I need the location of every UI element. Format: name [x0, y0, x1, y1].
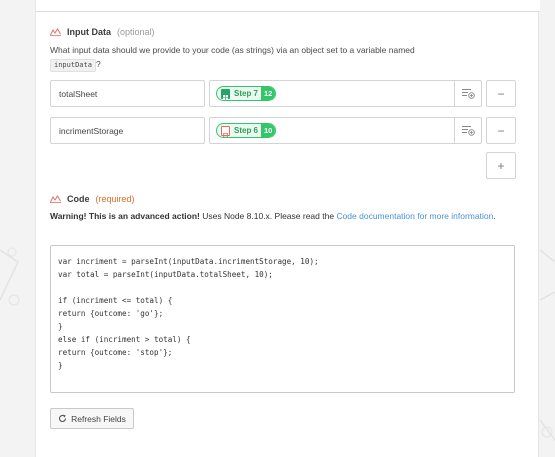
variable-name-chip: inputData [50, 59, 96, 72]
code-label: Code [67, 194, 90, 204]
minus-icon: − [497, 123, 505, 138]
input-key-field-1[interactable]: totalSheet [50, 80, 205, 107]
input-key-field-2[interactable]: incrimentStorage [50, 117, 205, 144]
input-value-field-1[interactable]: Step 7 12 [209, 80, 482, 107]
minus-icon: − [497, 86, 505, 101]
warning-end: . [493, 211, 496, 221]
warning-text: Uses Node 8.10.x. Please read the [199, 211, 337, 221]
step-number: 10 [261, 124, 276, 137]
refresh-label: Refresh Fields [71, 413, 126, 424]
input-value-field-2[interactable]: Step 6 10 [209, 117, 482, 144]
input-data-label: Input Data [67, 27, 111, 37]
input-data-description: What input data should we provide to you… [50, 43, 520, 72]
storage-icon [221, 125, 230, 137]
input-key-value: totalSheet [59, 88, 98, 99]
input-key-value: incrimentStorage [59, 125, 124, 136]
panel-top-bar [36, 0, 540, 12]
step-reference-pill[interactable]: Step 6 10 [216, 123, 277, 138]
warning-bold: Warning! This is an advanced action! [50, 211, 200, 221]
insert-field-button[interactable] [454, 81, 481, 106]
refresh-icon [59, 414, 67, 422]
field-type-icon [50, 28, 61, 36]
step-label: Step 7 [234, 89, 259, 98]
google-sheets-icon [221, 88, 230, 100]
code-editor[interactable]: var incriment = parseInt(inputData.incri… [50, 245, 515, 393]
step-label: Step 6 [234, 126, 259, 135]
plus-icon: + [497, 158, 505, 173]
insert-field-icon [461, 126, 475, 136]
insert-field-icon [461, 89, 475, 99]
required-qualifier: (required) [95, 194, 135, 204]
remove-row-button[interactable]: − [486, 80, 516, 107]
refresh-fields-button[interactable]: Refresh Fields [50, 408, 134, 429]
action-config-panel: Input Data (optional) What input data sh… [35, 0, 540, 457]
code-warning: Warning! This is an advanced action! Use… [50, 210, 510, 223]
code-title: Code (required) [50, 194, 135, 204]
field-type-icon [50, 195, 61, 203]
add-row-button[interactable]: + [486, 152, 516, 179]
step-reference-pill[interactable]: Step 7 12 [216, 86, 277, 101]
input-description-end: ? [95, 59, 101, 69]
input-data-title: Input Data (optional) [50, 27, 155, 37]
optional-qualifier: (optional) [117, 27, 155, 37]
input-description-text: What input data should we provide to you… [50, 45, 415, 55]
step-number: 12 [261, 87, 276, 100]
remove-row-button[interactable]: − [486, 117, 516, 144]
insert-field-button[interactable] [454, 118, 481, 143]
code-documentation-link[interactable]: Code documentation for more information [336, 211, 493, 221]
